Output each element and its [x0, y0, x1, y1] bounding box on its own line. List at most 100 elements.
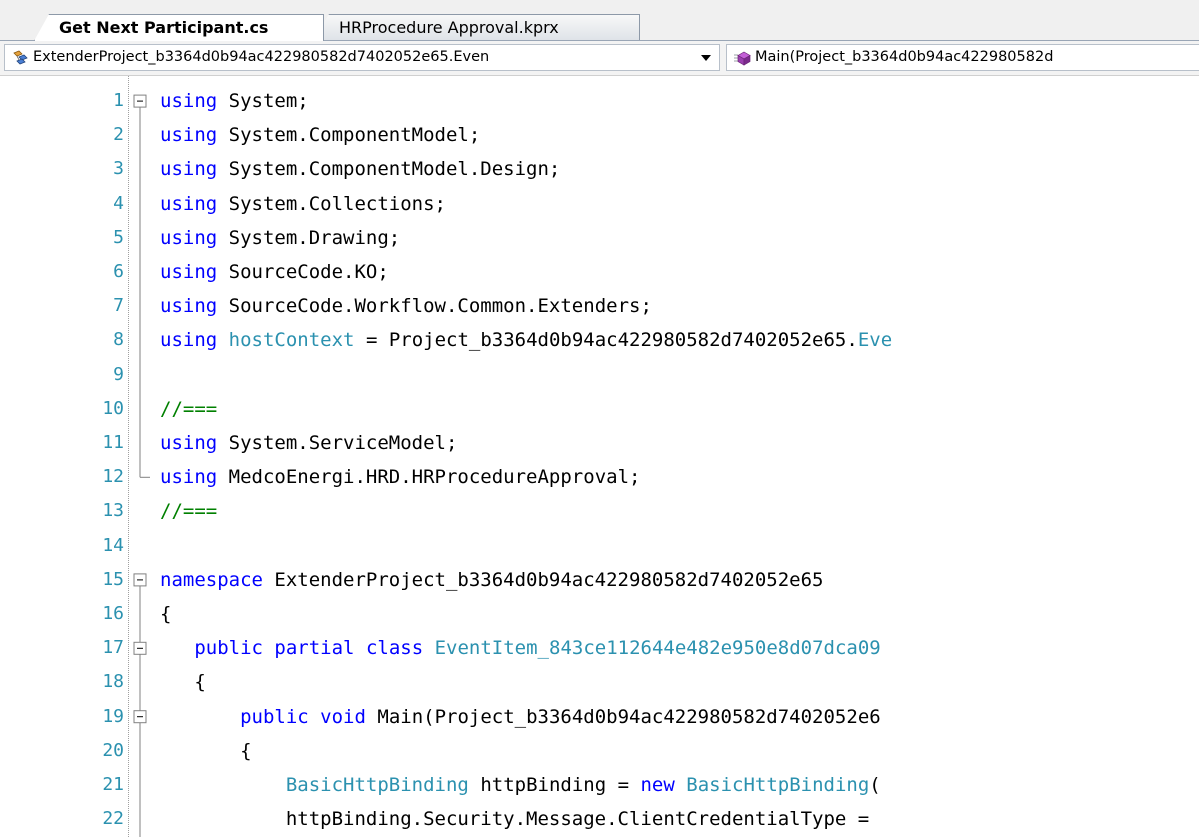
code-text: using System.Drawing; [160, 221, 400, 255]
line-number: 19 [102, 705, 124, 727]
line-number: 3 [113, 158, 124, 180]
navigation-bar: ExtenderProject_b3364d0b94ac422980582d74… [0, 41, 1199, 76]
code-token: { [160, 603, 172, 625]
code-token: System.Collections; [217, 192, 446, 215]
code-token: //=== [160, 500, 218, 523]
line-number: 12 [102, 466, 124, 488]
code-token: BasicHttpBinding [686, 774, 870, 796]
type-dropdown[interactable]: ExtenderProject_b3364d0b94ac422980582d74… [4, 44, 720, 71]
line-number: 2 [113, 124, 124, 146]
code-text: { [160, 665, 205, 699]
code-token: { [160, 739, 252, 762]
line-number: 15 [102, 568, 124, 590]
code-token: new [640, 774, 675, 796]
code-line[interactable]: 18 { [0, 665, 1199, 699]
code-line[interactable]: 7 using SourceCode.Workflow.Common.Extend… [0, 289, 1199, 323]
line-number: 7 [113, 295, 124, 317]
code-line[interactable]: 5 using System.Drawing; [0, 221, 1199, 255]
code-token: EventItem_843ce112644e482e950e8d07dca09 [434, 637, 881, 660]
line-number: 1 [113, 90, 124, 111]
chevron-down-icon[interactable] [699, 45, 713, 70]
method-icon [734, 51, 751, 66]
code-line[interactable]: 1 using System; [0, 84, 1199, 118]
member-dropdown[interactable]: Main(Project_b3364d0b94ac422980582d [726, 44, 1199, 71]
code-token: = Project_b3364d0b94ac422980582d7402052e… [354, 329, 858, 352]
code-line[interactable]: 10 //=== [0, 392, 1199, 426]
code-line[interactable]: 15 namespace ExtenderProject_b3364d0b94ac… [0, 563, 1199, 597]
code-text: { [160, 597, 171, 631]
code-token: SourceCode.KO; [217, 261, 389, 283]
code-text: BasicHttpBinding httpBinding = new Basic… [160, 768, 881, 802]
code-line[interactable]: 8 using hostContext = Project_b3364d0b94a… [0, 323, 1199, 357]
code-line[interactable]: 2 using System.ComponentModel; [0, 118, 1199, 152]
line-number: 16 [102, 603, 124, 624]
tab-hrprocedure-approval[interactable]: HRProcedure Approval.kprx [314, 14, 640, 40]
code-token: System.ServiceModel; [217, 432, 458, 454]
code-text: using SourceCode.Workflow.Common.Extende… [160, 289, 652, 323]
code-token: System.ComponentModel; [217, 124, 481, 147]
code-text: //=== [160, 392, 217, 426]
code-line[interactable]: 9 [0, 358, 1199, 392]
code-token: BasicHttpBinding [285, 774, 469, 796]
line-number: 14 [102, 534, 124, 556]
document-tab-strip: Get Next Participant.cs HRProcedure Appr… [0, 0, 1199, 41]
code-line[interactable]: 22 httpBinding.Security.Message.ClientCr… [0, 802, 1199, 836]
code-token: httpBinding.Security.Message.ClientCrede… [160, 808, 881, 831]
code-text: using hostContext = Project_b3364d0b94ac… [160, 323, 892, 357]
code-token: namespace [160, 568, 263, 591]
code-editor[interactable]: 1 using System; 2 using System.ComponentMod… [0, 76, 1199, 837]
code-text: using System.ComponentModel.Design; [160, 152, 560, 186]
code-line[interactable]: 20 { [0, 734, 1199, 768]
type-dropdown-value: ExtenderProject_b3364d0b94ac422980582d74… [33, 49, 490, 65]
code-text: using System.ComponentModel; [160, 118, 480, 152]
code-token: using [160, 295, 218, 318]
line-number: 5 [113, 226, 124, 248]
code-text: using System; [160, 84, 309, 118]
line-number: 17 [102, 637, 124, 659]
code-token: using [160, 432, 218, 454]
code-line[interactable]: 12 using MedcoEnergi.HRD.HRProcedureAppro… [0, 460, 1199, 494]
code-line[interactable]: 13 //=== [0, 494, 1199, 528]
code-token: httpBinding = [468, 774, 641, 796]
code-line[interactable]: 6 using SourceCode.KO; [0, 255, 1199, 289]
code-token: ExtenderProject_b3364d0b94ac422980582d74… [262, 568, 824, 591]
code-text: httpBinding.Security.Message.ClientCrede… [160, 802, 881, 836]
code-text: public partial class EventItem_843ce1126… [160, 631, 881, 665]
code-text: using MedcoEnergi.HRD.HRProcedureApprova… [160, 460, 640, 494]
code-token: public [240, 705, 309, 728]
code-text: public void Main(Project_b3364d0b94ac422… [160, 700, 881, 734]
code-token: using [160, 124, 218, 147]
code-line[interactable]: 11 using System.ServiceModel; [0, 426, 1199, 460]
line-number: 20 [102, 739, 124, 761]
code-line[interactable]: 4 using System.Collections; [0, 187, 1199, 221]
code-token: partial [274, 637, 355, 660]
code-line[interactable]: 19 public void Main(Project_b3364d0b94ac… [0, 700, 1199, 734]
line-number: 22 [102, 808, 124, 830]
code-line[interactable]: 3 using System.ComponentModel.Design; [0, 152, 1199, 186]
code-token: hostContext [228, 329, 355, 352]
code-token: System.ComponentModel.Design; [217, 158, 561, 181]
code-line[interactable]: 21 BasicHttpBinding httpBinding = new Ba… [0, 768, 1199, 802]
line-number: 6 [113, 261, 124, 282]
code-text: using System.Collections; [160, 187, 446, 221]
code-token: public [194, 637, 263, 660]
code-token: //=== [160, 397, 218, 420]
line-number: 21 [102, 774, 124, 795]
code-token: using [160, 226, 218, 249]
code-token: void [320, 705, 366, 728]
code-line[interactable]: 14 [0, 529, 1199, 563]
code-line[interactable]: 16 { [0, 597, 1199, 631]
code-text: using SourceCode.KO; [160, 255, 389, 289]
code-token: Main(Project_b3364d0b94ac422980582d74020… [365, 705, 881, 728]
code-token: using [160, 90, 218, 112]
tab-get-next-participant[interactable]: Get Next Participant.cs [34, 14, 324, 41]
code-line[interactable]: 17 public partial class EventItem_843ce1… [0, 631, 1199, 665]
class-icon [13, 50, 28, 65]
